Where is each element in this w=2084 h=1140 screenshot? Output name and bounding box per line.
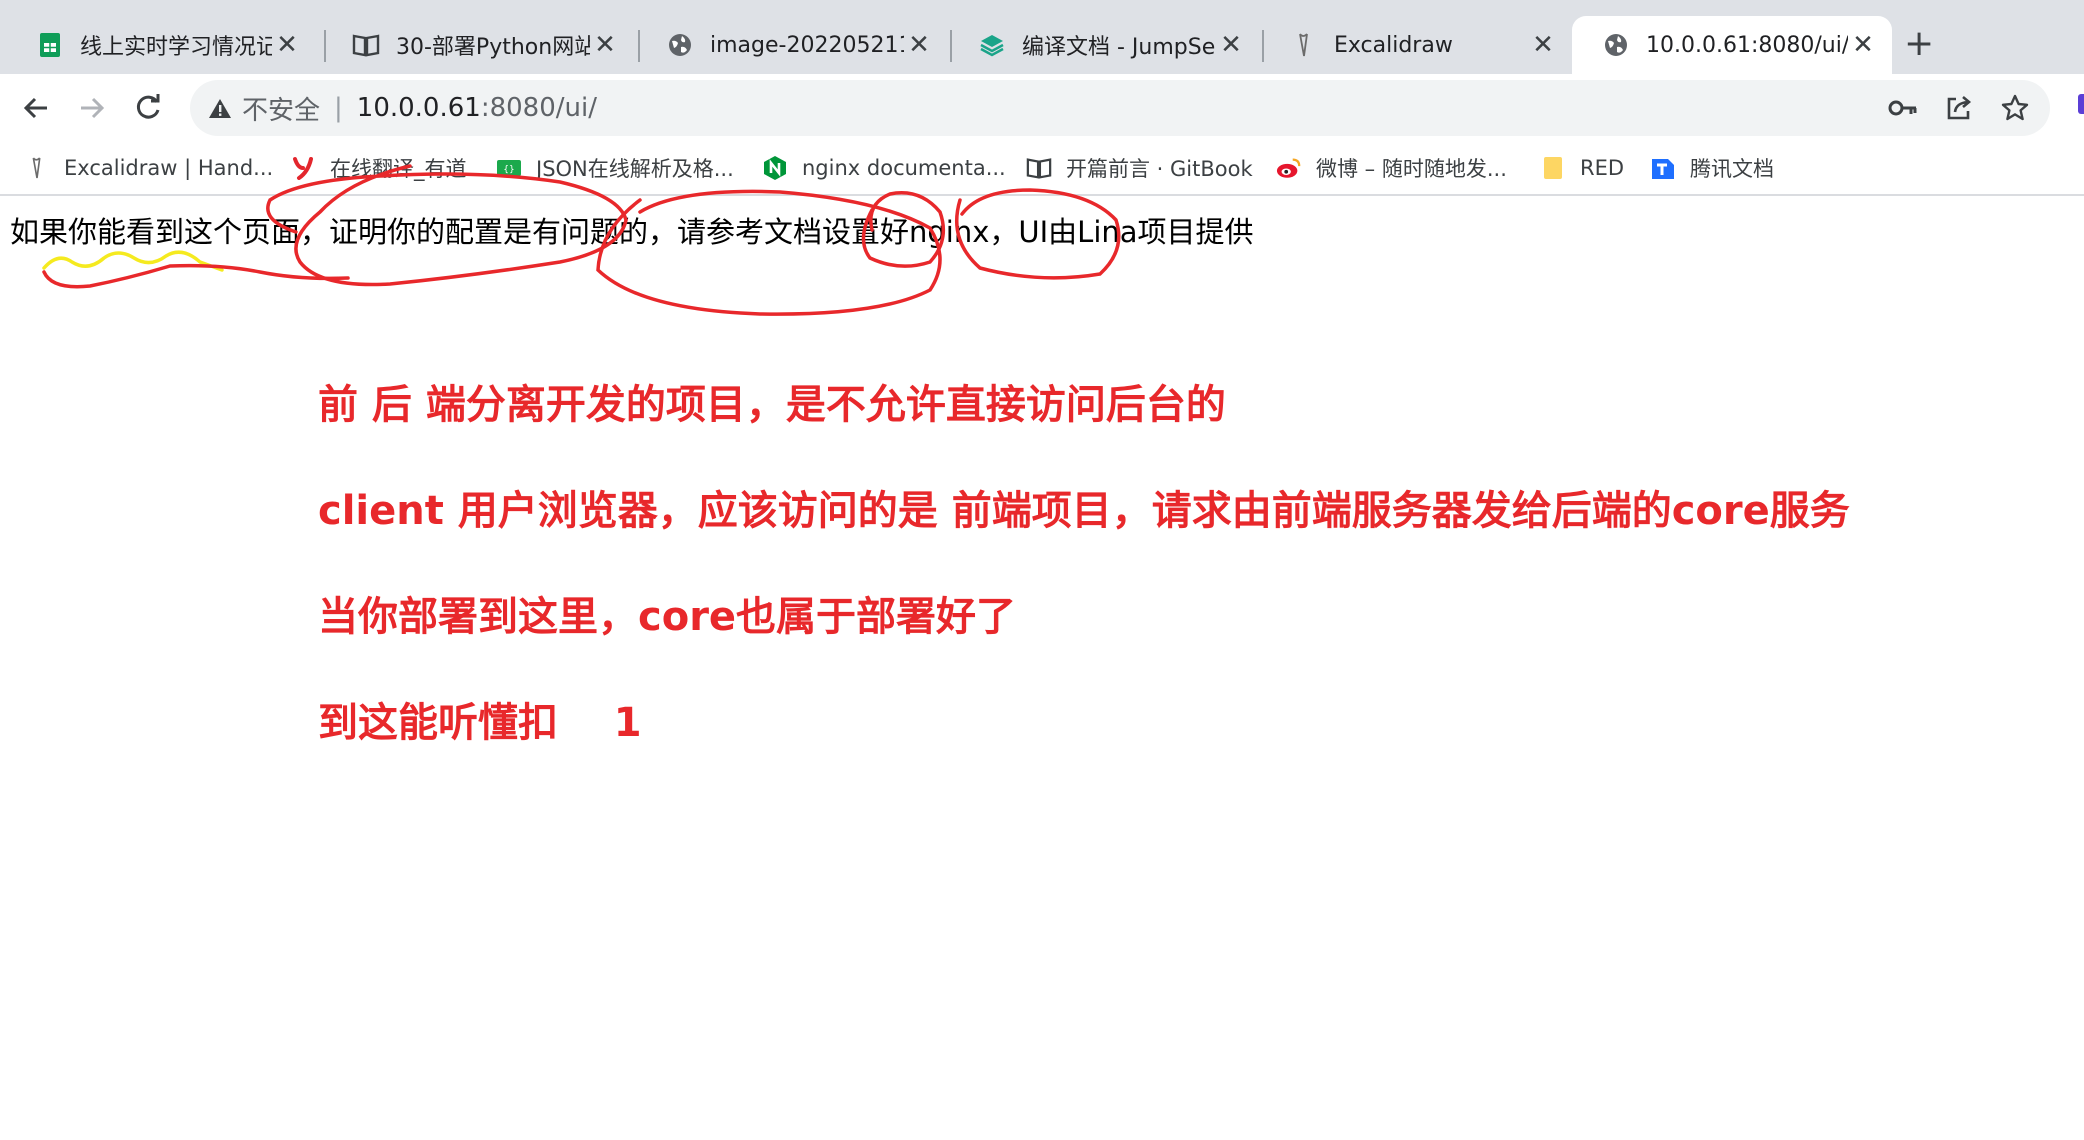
warning-icon[interactable]	[208, 97, 232, 119]
svg-text:{}: {}	[503, 165, 514, 175]
page-message: 如果你能看到这个页面，证明你的配置是有问题的，请参考文档设置好nginx，UI由…	[10, 215, 1254, 249]
bookmark-label: 腾讯文档	[1690, 157, 1774, 181]
reload-icon	[136, 94, 160, 119]
new-tab-button[interactable]: +	[1904, 26, 1934, 62]
tab-image[interactable]: image-20220521175 ✕	[636, 16, 948, 74]
close-icon[interactable]: ✕	[1216, 30, 1246, 60]
extension-indicator	[2078, 94, 2084, 114]
arrow-right-icon	[81, 97, 105, 119]
tab-title: 线上实时学习情况记录	[80, 35, 272, 60]
tab-title: 编译文档 - JumpServer	[1022, 35, 1216, 60]
back-button[interactable]	[12, 84, 60, 132]
bookmark-label: Excalidraw | Hand...	[64, 156, 274, 180]
close-icon[interactable]: ✕	[1848, 30, 1878, 60]
tab-title: image-20220521175	[710, 32, 904, 58]
tab-strip: 线上实时学习情况记录 ✕ 30-部署Python网站 ✕ image-20220…	[0, 0, 2084, 74]
url-path: :8080/ui/	[480, 93, 597, 123]
bookmark-label: 在线翻译_有道	[330, 157, 467, 181]
tab-jumpserver-docs[interactable]: 编译文档 - JumpServer ✕	[948, 16, 1260, 74]
bookmarks-bar: Excalidraw | Hand... 在线翻译_有道 {} JSON在线解析…	[0, 142, 2084, 196]
tab-excalidraw[interactable]: Excalidraw ✕	[1260, 16, 1572, 74]
tab-title: 30-部署Python网站	[396, 35, 590, 60]
browser-toolbar: 不安全 | 10.0.0.61:8080/ui/	[0, 74, 2084, 142]
bookmark-label: 开篇前言 · GitBook	[1066, 157, 1253, 181]
tab-title: Excalidraw	[1334, 32, 1453, 58]
bookmark-nginx[interactable]: nginx documenta...	[762, 150, 1006, 186]
sheets-icon	[36, 31, 64, 59]
excalidraw-icon	[1290, 31, 1318, 59]
bookmark-label: JSON在线解析及格...	[536, 157, 734, 181]
address-bar-actions	[1888, 88, 2030, 128]
close-icon[interactable]: ✕	[1528, 30, 1558, 60]
bookmark-label: 微博 – 随时随地发...	[1316, 157, 1507, 181]
tab-python-deploy[interactable]: 30-部署Python网站 ✕	[322, 16, 634, 74]
bookmark-red-folder[interactable]: RED	[1540, 150, 1624, 186]
close-icon[interactable]: ✕	[272, 30, 302, 60]
address-divider: |	[334, 93, 343, 123]
star-icon[interactable]	[2000, 93, 2030, 123]
tab-title: 10.0.0.61:8080/ui/	[1646, 32, 1848, 58]
close-icon[interactable]: ✕	[904, 30, 934, 60]
annotation-note-1: 前 后 端分离开发的项目，是不允许直接访问后台的	[318, 382, 1226, 428]
bookmark-json[interactable]: {} JSON在线解析及格...	[496, 150, 734, 186]
youdao-icon	[290, 155, 316, 181]
bookmark-youdao[interactable]: 在线翻译_有道	[290, 150, 467, 186]
red-underline	[42, 263, 350, 289]
bookmark-weibo[interactable]: 微博 – 随时随地发...	[1276, 150, 1507, 186]
book-icon	[1026, 155, 1052, 181]
share-icon[interactable]	[1944, 93, 1974, 123]
arrow-left-icon	[23, 97, 47, 119]
layers-icon	[978, 31, 1006, 59]
globe-icon	[666, 31, 694, 59]
globe-icon	[1602, 31, 1630, 59]
address-bar[interactable]: 不安全 | 10.0.0.61:8080/ui/	[190, 80, 2050, 136]
close-icon[interactable]: ✕	[590, 30, 620, 60]
folder-icon	[1540, 155, 1566, 181]
book-icon	[352, 31, 380, 59]
key-icon[interactable]	[1888, 98, 1918, 118]
tab-lina-ui[interactable]: 10.0.0.61:8080/ui/ ✕	[1572, 16, 1892, 74]
bookmark-gitbook[interactable]: 开篇前言 · GitBook	[1026, 150, 1253, 186]
yellow-underline	[42, 250, 224, 272]
bookmark-tencent-docs[interactable]: 腾讯文档	[1650, 150, 1774, 186]
url-host: 10.0.0.61	[356, 93, 481, 123]
json-icon: {}	[496, 155, 522, 181]
annotation-note-3: 当你部署到这里，core也属于部署好了	[318, 594, 1017, 640]
tab-learning-record[interactable]: 线上实时学习情况记录 ✕	[6, 16, 316, 74]
annotation-note-4: 到这能听懂扣 1	[318, 700, 642, 746]
security-status[interactable]: 不安全	[242, 90, 320, 127]
annotation-note-2: client 用户浏览器，应该访问的是 前端项目，请求由前端服务器发给后端的co…	[318, 488, 1850, 534]
forward-button[interactable]	[68, 84, 116, 132]
tencent-docs-icon	[1650, 155, 1676, 181]
reload-button[interactable]	[124, 84, 172, 132]
bookmark-label: nginx documenta...	[802, 156, 1006, 180]
bookmark-excalidraw[interactable]: Excalidraw | Hand...	[24, 150, 273, 186]
bookmark-label: RED	[1580, 156, 1625, 180]
excalidraw-icon	[24, 155, 50, 181]
weibo-icon	[1276, 155, 1302, 181]
nginx-icon	[762, 155, 788, 181]
